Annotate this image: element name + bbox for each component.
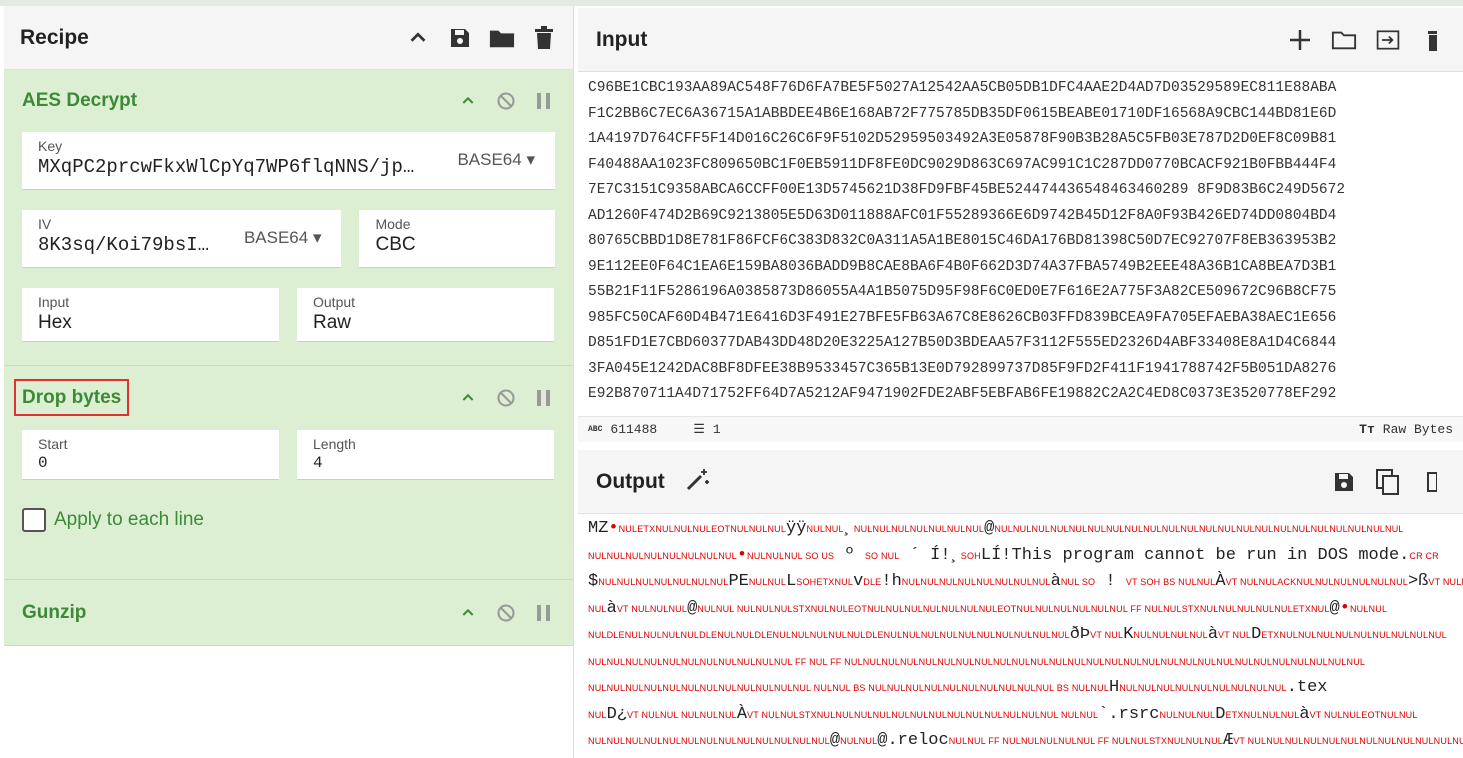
length-label: Length [313, 436, 356, 452]
input-line: 985FC50CAF60D4B471E6416D3F491E27BFE5FB63… [588, 309, 1337, 326]
open-file-input-icon[interactable] [1375, 27, 1401, 53]
output-format-field[interactable]: Output Raw [297, 288, 554, 342]
input-line: F1C2BB6C7EC6A36715A1ABBDEE4B6E168AB72F77… [588, 105, 1337, 122]
length-field[interactable]: Length 4 [297, 430, 554, 480]
drop-bytes-title: Drop bytes [13, 379, 457, 416]
start-label: Start [38, 436, 68, 452]
input-format-value[interactable]: Hex [38, 312, 263, 334]
collapse-all-icon[interactable] [405, 25, 431, 51]
drop-bytes-title-text: Drop bytes [13, 379, 130, 416]
input-line: 9E112EE0F64C1EA6E159BA8036BADD9B8CAE8BA6… [588, 258, 1337, 275]
input-status-bar: ABC 611488 ☰ 1 Tт Raw Bytes [578, 416, 1463, 442]
caret-down-icon: ▾ [312, 228, 322, 247]
input-title: Input [596, 27, 648, 51]
breakpoint-pause-icon[interactable] [533, 90, 555, 112]
clear-recipe-trash-icon[interactable] [531, 25, 557, 51]
output-line: NULNULNULNULNULNULNULNUL•NULNULNUL SO US… [588, 545, 1439, 565]
input-line: 7E7C3151C9358ABCA6CCFF00E13D5745621D38FD… [588, 182, 1346, 198]
output-line: NULD¿VT NULNUL NULNULNULÀVT NULNULSTXNUL… [588, 704, 1418, 724]
input-line: 3FA045E1242DAC8BF8DFEE38B9533457C365B13E… [588, 360, 1337, 377]
input-encoding[interactable]: Raw Bytes [1383, 422, 1453, 437]
iv-label: IV [38, 216, 52, 232]
output-line: NULDLENULNULNULNULDLENULNULDLENULNULNULN… [588, 625, 1447, 644]
apply-each-line-row: Apply to each line [22, 508, 555, 532]
iv-encoding-label: BASE64 [243, 228, 309, 247]
input-line: AD1260F474D2B69C9213805E5D63D011888AFC01… [588, 207, 1337, 224]
output-line: MZ•NULETXNULNULNULEOTNULNULNULÿÿNULNUL¸N… [588, 519, 1404, 538]
gunzip-operation: Gunzip [4, 580, 573, 646]
output-format-value[interactable]: Raw [313, 312, 538, 334]
input-format-label: Input [38, 294, 70, 310]
recipe-title: Recipe [20, 25, 89, 49]
output-line: $NULNULNULNULNULNULNULPENULNULLSOHETXNUL… [588, 572, 1463, 591]
key-value[interactable]: MXqPC2prcwFkxWlCpYq7WP6flqNNS/jp30… [38, 156, 415, 178]
add-input-tab-icon[interactable] [1287, 27, 1313, 53]
key-label: Key [38, 138, 63, 154]
input-panel: Input C96BE1CBC193AA89AC548F76D6FA7BE5F5… [578, 8, 1463, 442]
collapse-chevron-icon[interactable] [457, 602, 479, 624]
input-line: D851FD1E7CBD60377DAB43DD48D20E3225A127B5… [588, 335, 1337, 351]
input-header: Input [578, 8, 1463, 72]
recipe-panel: Recipe AES Decrypt Key MXqPC2prcwFkxWlCp… [4, 6, 574, 758]
key-field[interactable]: Key MXqPC2prcwFkxWlCpYq7WP6flqNNS/jp30… … [22, 132, 555, 190]
start-value[interactable]: 0 [38, 454, 263, 472]
aes-decrypt-title: AES Decrypt [22, 90, 138, 111]
iv-encoding-dropdown[interactable]: BASE64 ▾ [244, 228, 322, 248]
recipe-header: Recipe [4, 6, 573, 70]
clear-input-trash-icon[interactable] [1419, 27, 1445, 53]
apply-each-line-label: Apply to each line [54, 509, 204, 530]
collapse-chevron-icon[interactable] [457, 387, 479, 409]
copy-output-icon[interactable] [1375, 468, 1401, 495]
encoding-tt-icon[interactable]: Tт [1359, 422, 1375, 437]
breakpoint-pause-icon[interactable] [533, 602, 555, 624]
iv-field[interactable]: IV 8K3sq/Koi79bsI… BASE64 ▾ [22, 210, 342, 268]
input-line: 80765CBBD1D8E781F86FCF6C383D832C0A311A5A… [588, 233, 1337, 249]
replace-input-icon[interactable] [1419, 469, 1445, 495]
apply-each-line-checkbox[interactable] [22, 508, 46, 532]
aes-decrypt-operation: AES Decrypt Key MXqPC2prcwFkxWlCpYq7WP6f… [4, 70, 573, 366]
output-format-label: Output [313, 294, 356, 310]
length-value[interactable]: 4 [313, 454, 538, 472]
gunzip-title: Gunzip [22, 602, 87, 623]
input-length: 611488 [610, 422, 658, 437]
mode-label: Mode [375, 216, 411, 232]
lines-icon: ☰ [693, 422, 705, 437]
output-line: NULNULNULNULNULNULNULNULNULNULNULNUL NUL… [588, 678, 1328, 697]
output-title: Output [596, 469, 665, 493]
disable-op-icon[interactable] [495, 90, 517, 112]
drop-bytes-operation: Drop bytes Start 0 Length 4 Apply to eac… [4, 366, 573, 580]
iv-value[interactable]: 8K3sq/Koi79bsI… [38, 234, 211, 256]
output-line: NULNULNULNULNULNULNULNULNULNULNULNULNUL@… [588, 731, 1463, 750]
disable-op-icon[interactable] [495, 387, 517, 409]
save-recipe-icon[interactable] [447, 25, 473, 51]
caret-down-icon: ▾ [526, 150, 535, 169]
mode-field[interactable]: Mode CBC [359, 210, 555, 268]
key-encoding-label: BASE64 [457, 150, 522, 169]
start-field[interactable]: Start 0 [22, 430, 279, 480]
input-line: 1A4197D764CFF5F14D016C26C6F9F5102D529595… [588, 131, 1337, 147]
input-format-field[interactable]: Input Hex [22, 288, 279, 342]
output-line: NULNULNULNULNULNULNULNULNULNULNUL FF NUL… [588, 656, 1366, 667]
input-line: E92B870711A4D71752FF64D7A5212AF9471902FD… [588, 386, 1337, 402]
output-header: Output [578, 450, 1463, 514]
key-encoding-dropdown[interactable]: BASE64 ▾ [457, 150, 535, 170]
input-line: C96BE1CBC193AA89AC548F76D6FA7BE5F5027A12… [588, 80, 1337, 96]
input-line: F40488AA1023FC809650BC1F0EB5911DF8FE0DC9… [588, 156, 1337, 173]
magic-wand-icon[interactable] [685, 466, 1331, 497]
input-line: 55B21F11F5286196A0385873D86055A4A1B5075D… [588, 284, 1337, 300]
input-text-area[interactable]: C96BE1CBC193AA89AC548F76D6FA7BE5F5027A12… [578, 72, 1463, 416]
disable-op-icon[interactable] [495, 602, 517, 624]
load-recipe-folder-icon[interactable] [489, 25, 515, 51]
save-output-icon[interactable] [1331, 469, 1357, 495]
mode-value[interactable]: CBC [375, 234, 539, 256]
collapse-chevron-icon[interactable] [457, 90, 479, 112]
input-line-count: 1 [712, 422, 721, 437]
output-text-area[interactable]: MZ•NULETXNULNULNULEOTNULNULNULÿÿNULNUL¸N… [578, 514, 1463, 757]
breakpoint-pause-icon[interactable] [533, 387, 555, 409]
open-folder-icon[interactable] [1331, 27, 1357, 53]
output-line: NULàVT NULNULNUL@NULNUL NULNULNULSTXNULN… [588, 598, 1388, 618]
output-panel: Output MZ•NULETXNULNULNULEOTNULNULNULÿÿN… [578, 450, 1463, 758]
length-abc-icon: ABC [588, 425, 603, 434]
